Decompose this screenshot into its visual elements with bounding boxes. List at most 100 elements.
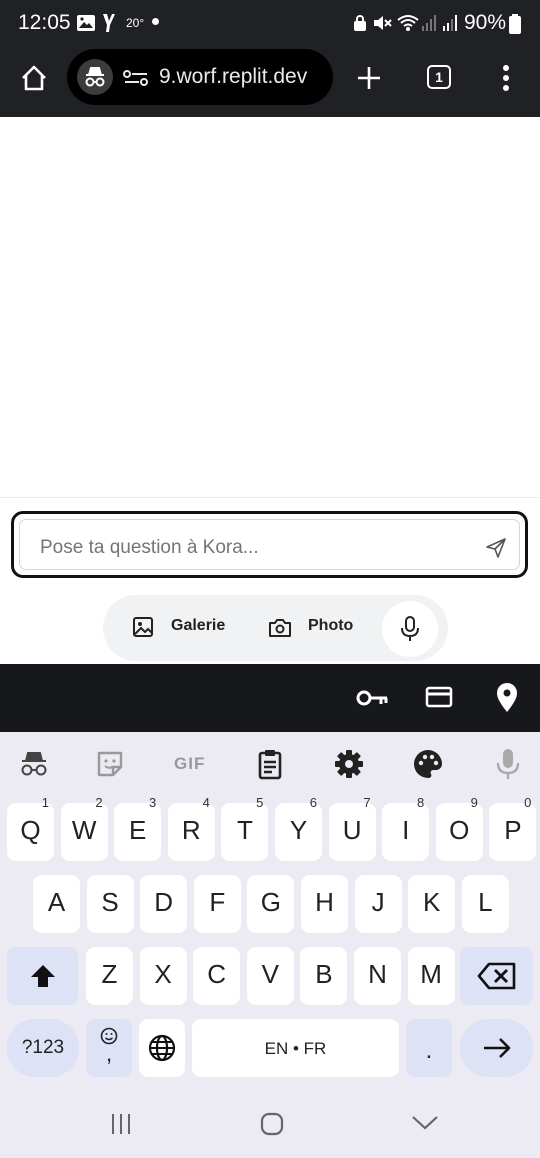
more-menu-icon[interactable] bbox=[500, 64, 512, 92]
voice-button[interactable] bbox=[382, 601, 438, 657]
key-v[interactable]: V bbox=[246, 947, 294, 1005]
backspace-key[interactable] bbox=[460, 947, 533, 1005]
key-u[interactable]: U7 bbox=[328, 795, 376, 861]
home-icon[interactable] bbox=[20, 64, 48, 92]
tab-switcher-button[interactable]: 1 bbox=[427, 65, 451, 89]
home-nav-icon[interactable] bbox=[259, 1111, 285, 1137]
url-text: 9.worf.replit.dev bbox=[159, 65, 308, 88]
emoji-comma-key[interactable]: , bbox=[86, 1019, 132, 1077]
key-f[interactable]: F bbox=[193, 875, 241, 933]
key-s-label: S bbox=[101, 887, 119, 917]
key-k[interactable]: K bbox=[408, 875, 456, 933]
signal-2-icon bbox=[443, 15, 457, 31]
key-r-label: R bbox=[181, 815, 201, 845]
key-u-label: U bbox=[342, 815, 362, 845]
settings-gear-icon[interactable] bbox=[331, 746, 367, 782]
key-o-label: O bbox=[449, 815, 470, 845]
gallery-notification-icon bbox=[77, 15, 95, 31]
chat-composer: Galerie Photo bbox=[0, 497, 540, 664]
site-settings-icon[interactable] bbox=[123, 69, 149, 87]
temperature: 20° bbox=[126, 16, 145, 30]
key-r[interactable]: R4 bbox=[167, 795, 215, 861]
key-c[interactable]: C bbox=[193, 947, 241, 1005]
new-tab-icon[interactable] bbox=[357, 66, 381, 90]
system-nav-bar bbox=[0, 1090, 540, 1158]
key-e-hint: 3 bbox=[148, 795, 157, 810]
status-bar: 12:05 20° 90% bbox=[0, 0, 540, 46]
key-q-hint: 1 bbox=[41, 795, 49, 810]
key-y-label: Y bbox=[289, 815, 308, 845]
language-key[interactable] bbox=[139, 1019, 185, 1077]
key-z[interactable]: Z bbox=[86, 947, 133, 1005]
key-q[interactable]: Q1 bbox=[7, 795, 54, 861]
key-h-label: H bbox=[315, 887, 334, 917]
key-k-label: K bbox=[423, 887, 441, 917]
clipboard-icon[interactable] bbox=[252, 746, 288, 782]
key-y-hint: 6 bbox=[309, 795, 317, 810]
key-h[interactable]: H bbox=[301, 875, 348, 933]
question-field[interactable] bbox=[11, 511, 528, 578]
back-chevron-icon[interactable] bbox=[411, 1114, 439, 1132]
theme-palette-icon[interactable] bbox=[410, 746, 446, 782]
key-n[interactable]: N bbox=[354, 947, 401, 1005]
gallery-button[interactable]: Galerie bbox=[171, 617, 225, 635]
browser-toolbar: 9.worf.replit.dev 1 bbox=[0, 46, 540, 117]
key-j[interactable]: J bbox=[354, 875, 402, 933]
location-icon[interactable] bbox=[495, 682, 519, 714]
space-key[interactable]: EN • FR bbox=[192, 1019, 399, 1077]
backspace-icon bbox=[477, 962, 516, 990]
more-notifications-dot bbox=[152, 18, 159, 25]
key-l-label: L bbox=[478, 887, 493, 917]
yahoo-notification-icon bbox=[103, 14, 115, 32]
question-input[interactable] bbox=[40, 537, 460, 559]
period-key[interactable]: . bbox=[406, 1019, 452, 1077]
send-icon[interactable] bbox=[484, 536, 508, 560]
key-l[interactable]: L bbox=[461, 875, 509, 933]
symbols-key[interactable]: ?123 bbox=[7, 1019, 79, 1077]
key-d[interactable]: D bbox=[140, 875, 188, 933]
sticker-icon[interactable] bbox=[92, 746, 128, 782]
attachment-actions: Galerie Photo bbox=[103, 595, 448, 661]
key-o[interactable]: O9 bbox=[435, 795, 483, 861]
key-g[interactable]: G bbox=[247, 875, 295, 933]
signal-1-icon bbox=[422, 15, 436, 31]
key-f-label: F bbox=[209, 887, 226, 917]
shift-key[interactable] bbox=[7, 947, 78, 1005]
key-r-hint: 4 bbox=[202, 795, 210, 810]
key-t-label: T bbox=[236, 815, 253, 845]
key-p-hint: 0 bbox=[524, 795, 532, 810]
key-w-hint: 2 bbox=[95, 795, 103, 810]
incognito-keyboard-icon bbox=[21, 752, 47, 776]
enter-key[interactable] bbox=[460, 1019, 533, 1077]
recent-apps-icon[interactable] bbox=[109, 1112, 133, 1136]
address-bar[interactable]: 9.worf.replit.dev bbox=[67, 49, 333, 105]
key-a-label: A bbox=[47, 887, 66, 917]
key-e[interactable]: E3 bbox=[114, 795, 162, 861]
battery-icon bbox=[509, 14, 521, 34]
key-y[interactable]: Y6 bbox=[275, 795, 322, 861]
key-x[interactable]: X bbox=[139, 947, 187, 1005]
gif-button[interactable]: GIF bbox=[174, 754, 205, 774]
question-field-inner bbox=[19, 519, 520, 570]
key-i-label: I bbox=[402, 815, 410, 845]
autofill-bar bbox=[0, 664, 540, 732]
key-s[interactable]: S bbox=[86, 875, 134, 933]
key-m[interactable]: M bbox=[407, 947, 455, 1005]
key-t[interactable]: T5 bbox=[221, 795, 269, 861]
key-w-label: W bbox=[71, 815, 97, 845]
key-b[interactable]: B bbox=[300, 947, 348, 1005]
lock-icon bbox=[354, 15, 366, 31]
voice-input-icon[interactable] bbox=[490, 746, 526, 782]
camera-icon bbox=[269, 619, 291, 637]
key-w[interactable]: W2 bbox=[60, 795, 108, 861]
key-p[interactable]: P0 bbox=[489, 795, 537, 861]
battery-percent: 90% bbox=[464, 11, 507, 34]
key-i[interactable]: I8 bbox=[382, 795, 430, 861]
wifi-icon bbox=[397, 15, 419, 31]
key-icon[interactable] bbox=[355, 685, 389, 711]
photo-button[interactable]: Photo bbox=[308, 617, 353, 635]
key-a[interactable]: A bbox=[33, 875, 80, 933]
key-z-label: Z bbox=[101, 959, 118, 989]
credit-card-icon[interactable] bbox=[425, 686, 453, 708]
key-b-label: B bbox=[315, 959, 333, 989]
